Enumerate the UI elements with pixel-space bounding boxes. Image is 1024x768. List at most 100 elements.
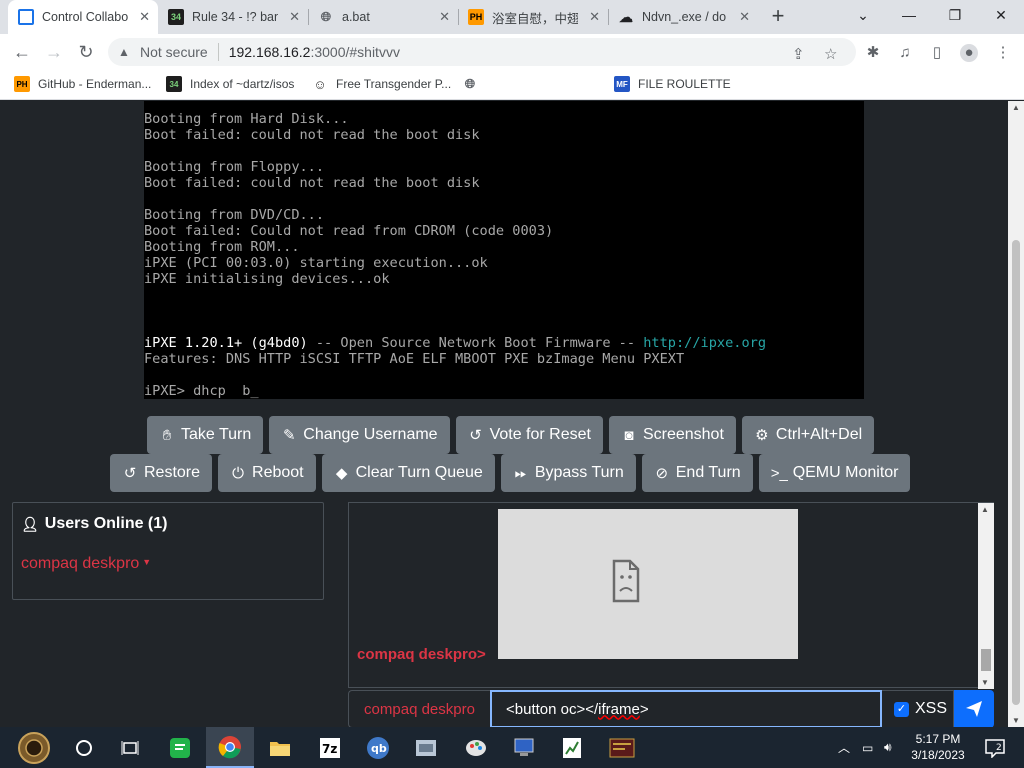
button-label: Ctrl+Alt+Del	[775, 426, 863, 443]
chrome-icon	[218, 735, 241, 758]
warning-icon[interactable]: ▲	[118, 45, 134, 59]
take-turn-button[interactable]: ✋︎ Take Turn	[147, 416, 264, 454]
menu-icon[interactable]: ⋮	[994, 44, 1012, 62]
console-line: Boot failed: Could not read from CDROM (…	[144, 223, 554, 239]
bookmark-transgender[interactable]: ☺ Free Transgender P...	[312, 76, 451, 92]
notifications-button[interactable]: 2	[984, 727, 1006, 768]
profile-avatar-icon[interactable]: ●	[960, 44, 978, 62]
taskbar-app-control[interactable]	[402, 727, 450, 768]
ipxe-prompt: iPXE> dhcp b_	[144, 383, 259, 399]
ctrl-alt-del-button[interactable]: ⚙ Ctrl+Alt+Del	[741, 416, 875, 454]
taskbar-spreadsheet[interactable]	[548, 727, 596, 768]
close-icon[interactable]: ✕	[139, 9, 150, 25]
change-username-button[interactable]: ✎ Change Username	[269, 416, 450, 454]
user-edit-icon: ✎	[282, 427, 296, 444]
button-label: Change Username	[303, 426, 438, 443]
chat-log[interactable]: compaq deskpro> ▲ ▼	[348, 502, 994, 689]
screenshot-button[interactable]: ◙ Screenshot	[608, 416, 736, 454]
taskbar-paint[interactable]	[452, 727, 500, 768]
chat-scrollbar[interactable]: ▲ ▼	[978, 503, 994, 689]
scroll-down-icon[interactable]: ▼	[1012, 716, 1020, 725]
taskbar-app-emu[interactable]	[598, 727, 646, 768]
minimize-button[interactable]: —	[886, 0, 932, 30]
task-view-icon	[121, 740, 139, 755]
start-button[interactable]	[10, 727, 58, 768]
scroll-down-icon[interactable]: ▼	[981, 678, 989, 687]
tab-ph[interactable]: PH 浴室自慰，中翅 ✕	[458, 0, 608, 34]
console-line: Boot failed: could not read the boot dis…	[144, 175, 480, 191]
taskbar-app-green[interactable]	[156, 727, 204, 768]
tab-control-collab[interactable]: Control Collabo ✕	[8, 0, 158, 34]
forward-button[interactable]: →	[42, 40, 66, 64]
close-window-button[interactable]: ✕	[978, 0, 1024, 30]
close-icon[interactable]: ✕	[289, 9, 300, 25]
reboot-button[interactable]: ⏻ Reboot	[218, 454, 316, 492]
chat-message-input[interactable]: <button oc></iframe >	[490, 690, 882, 727]
forward-icon: ⏩︎	[514, 464, 527, 482]
svg-text:7z: 7z	[322, 742, 337, 756]
button-label: Vote for Reset	[489, 426, 591, 443]
close-icon[interactable]: ✕	[589, 9, 600, 25]
task-view-button[interactable]	[106, 727, 154, 768]
page-scroll-thumb[interactable]	[1012, 240, 1020, 705]
media-control-icon[interactable]: ♫	[896, 44, 914, 62]
taskbar-chrome[interactable]	[206, 727, 254, 768]
xss-toggle[interactable]: ✓ XSS	[882, 690, 954, 727]
bookmark-star-icon[interactable]: ☆	[824, 45, 837, 63]
page-scrollbar[interactable]: ▲ ▼	[1008, 101, 1024, 727]
vote-reset-button[interactable]: ↺ Vote for Reset	[455, 416, 603, 454]
extensions-icon[interactable]: ✱	[864, 44, 882, 62]
reload-button[interactable]: ↻	[74, 40, 98, 64]
tab-strip: Control Collabo ✕ 34 Rule 34 - !? ban ✕ …	[0, 0, 1024, 34]
rule34-icon: 34	[168, 9, 184, 25]
new-tab-button[interactable]: +	[766, 5, 790, 29]
end-turn-button[interactable]: ⊘ End Turn	[641, 454, 753, 492]
taskbar-computer[interactable]	[500, 727, 548, 768]
control-panel-icon	[416, 739, 436, 756]
taskbar-qbittorrent[interactable]: qb	[354, 727, 402, 768]
chat-input-bar: compaq deskpro <button oc></iframe > ✓ XS…	[348, 690, 994, 727]
user-list-item[interactable]: compaq deskpro ▼	[21, 555, 151, 573]
tab-search-icon[interactable]: ⌄	[840, 0, 886, 30]
tab-ndvn[interactable]: ☁ Ndvn_.exe / do ✕	[608, 0, 758, 34]
checkbox-checked-icon[interactable]: ✓	[894, 701, 909, 717]
scroll-up-icon[interactable]: ▲	[981, 505, 989, 514]
search-button[interactable]	[60, 727, 108, 768]
share-icon[interactable]: ⇪	[792, 45, 805, 63]
side-panel-icon[interactable]: ▯	[928, 44, 946, 62]
taskbar-explorer[interactable]	[256, 727, 304, 768]
console-line: Boot failed: could not read the boot dis…	[144, 127, 480, 143]
close-icon[interactable]: ✕	[439, 9, 450, 25]
tab-rule34[interactable]: 34 Rule 34 - !? ban ✕	[158, 0, 308, 34]
restore-button[interactable]: ❐	[932, 0, 978, 30]
url-text[interactable]: 192.168.16.2:3000/#shitvvv	[229, 44, 400, 60]
taskbar-7zip[interactable]: 7z	[306, 727, 354, 768]
bookmark-globe[interactable]: 🌐︎	[462, 76, 486, 92]
ipxe-features: Features: DNS HTTP iSCSI TFTP AoE ELF MB…	[144, 351, 685, 367]
chat-scroll-thumb[interactable]	[981, 649, 991, 671]
show-hidden-icons-button[interactable]: ︿	[838, 727, 850, 768]
qemu-monitor-button[interactable]: >_ QEMU Monitor	[758, 454, 911, 492]
bypass-turn-button[interactable]: ⏩︎ Bypass Turn	[500, 454, 636, 492]
tab-title: Rule 34 - !? ban	[192, 10, 278, 24]
bookmark-isos[interactable]: 34 Index of ~dartz/isos	[166, 76, 294, 92]
back-button[interactable]: ←	[10, 40, 34, 64]
network-icon[interactable]: ▭	[862, 727, 873, 768]
address-bar[interactable]: ▲ Not secure 192.168.16.2:3000/#shitvvv …	[108, 38, 856, 66]
broken-iframe	[498, 509, 798, 659]
tab-abat[interactable]: 🌐︎ a.bat ✕	[308, 0, 458, 34]
security-label[interactable]: Not secure	[140, 44, 208, 60]
close-icon[interactable]: ✕	[739, 9, 750, 25]
clear-turn-queue-button[interactable]: ◆ Clear Turn Queue	[321, 454, 495, 492]
restore-button[interactable]: ↺ Restore	[110, 454, 213, 492]
start-orb-icon	[18, 731, 50, 764]
scroll-up-icon[interactable]: ▲	[1012, 103, 1020, 112]
volume-icon[interactable]: 🔊︎	[884, 727, 892, 768]
bookmark-file-roulette[interactable]: MF FILE ROULETTE	[614, 76, 731, 92]
vm-display[interactable]: Booting from Hard Disk... Boot failed: c…	[144, 101, 864, 399]
send-button[interactable]	[954, 690, 994, 727]
taskbar-clock[interactable]: 5:17 PM 3/18/2023	[906, 731, 970, 763]
svg-text:2: 2	[996, 743, 1002, 753]
button-label: End Turn	[675, 464, 741, 481]
bookmark-github[interactable]: PH GitHub - Enderman...	[14, 76, 151, 92]
